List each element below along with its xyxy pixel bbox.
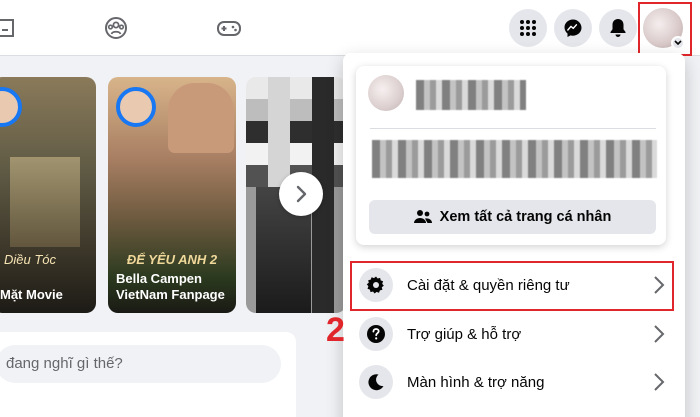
help-icon	[359, 317, 393, 351]
story-overlay-text: ĐỂ YÊU ANH 2	[126, 252, 218, 267]
chevron-right-icon	[654, 325, 665, 343]
menu-grid-icon[interactable]	[509, 9, 547, 47]
annotation-highlight-avatar	[638, 2, 692, 56]
story-label: Bella Campen VietNam Fanpage	[116, 271, 225, 303]
profile-name-redacted[interactable]	[416, 80, 526, 110]
messenger-icon[interactable]	[554, 9, 592, 47]
annotation-highlight-settings	[350, 261, 674, 311]
see-all-profiles-label: Xem tất cả trang cá nhân	[439, 209, 612, 225]
story-card[interactable]: Diều Tóc Mặt Movie	[0, 77, 96, 313]
profile-avatar[interactable]	[368, 75, 404, 111]
story-label-line2: VietNam Fanpage	[116, 287, 225, 302]
story-label: Mặt Movie	[0, 287, 63, 302]
store-icon[interactable]	[0, 12, 24, 44]
profiles-icon	[413, 210, 432, 223]
story-label-line1: Bella Campen	[116, 271, 202, 286]
menu-item-label: Màn hình & trợ năng	[407, 373, 545, 391]
groups-icon[interactable]	[100, 12, 132, 44]
story-card[interactable]: ĐỂ YÊU ANH 2 Bella Campen VietNam Fanpag…	[108, 77, 236, 313]
gaming-icon[interactable]	[213, 12, 245, 44]
story-thumbnail	[168, 83, 234, 153]
composer-input[interactable]: đang nghĩ gì thế?	[0, 345, 281, 383]
story-overlay-text: Diều Tóc	[4, 252, 57, 267]
profile-card-divider	[370, 128, 656, 129]
notifications-bell-icon[interactable]	[599, 9, 637, 47]
profile-secondary-redacted[interactable]	[372, 140, 657, 178]
story-avatar	[116, 87, 156, 127]
moon-icon	[359, 365, 393, 399]
see-all-profiles-button[interactable]: Xem tất cả trang cá nhân	[369, 200, 656, 234]
chevron-right-icon	[654, 373, 665, 391]
top-navigation-bar	[0, 0, 700, 56]
annotation-step-2: 2	[326, 311, 345, 349]
menu-item-label: Trợ giúp & hỗ trợ	[407, 325, 522, 343]
menu-item-help-support[interactable]: Trợ giúp & hỗ trợ	[355, 312, 673, 356]
stories-next-button[interactable]	[279, 172, 323, 216]
story-avatar	[0, 87, 22, 127]
story-thumbnail	[10, 157, 80, 247]
menu-item-display-accessibility[interactable]: Màn hình & trợ năng	[355, 360, 673, 404]
